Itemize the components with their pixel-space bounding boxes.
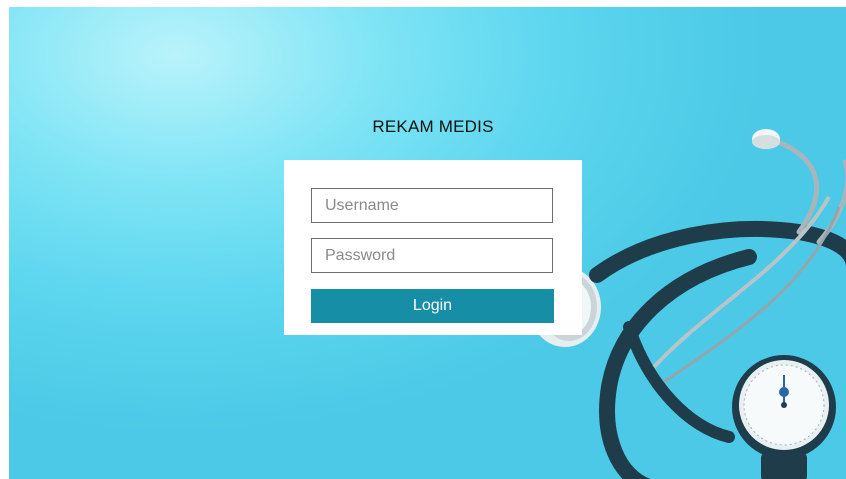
password-input[interactable] [311,238,553,273]
pressure-gauge [732,355,836,479]
login-button[interactable]: Login [311,289,554,323]
login-card: Login [284,160,582,335]
stethoscope-eartip [752,129,780,149]
stethoscope-binaural-left [758,136,820,235]
login-screen: REKAM MEDIS Login [9,7,846,479]
stethoscope-tube-lower [599,249,757,479]
username-input[interactable] [311,188,553,223]
page-title: REKAM MEDIS [372,117,494,136]
